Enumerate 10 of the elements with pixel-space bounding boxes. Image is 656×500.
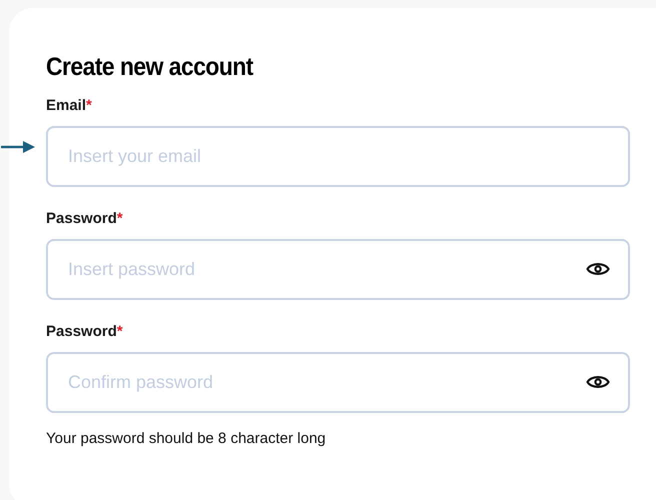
password-field[interactable]: Confirm password	[46, 352, 630, 413]
eye-icon[interactable]	[586, 373, 610, 391]
field-label: Password*	[46, 322, 124, 342]
eye-icon[interactable]	[586, 260, 610, 278]
password-hint: Your password should be 8 character long	[46, 429, 327, 449]
field-label: Email*	[46, 96, 93, 116]
form-title: Create new account	[46, 50, 254, 82]
password-field[interactable]: Insert password	[46, 239, 630, 300]
field-label: Password*	[46, 209, 124, 229]
email-field[interactable]: Insert your email	[46, 126, 630, 187]
